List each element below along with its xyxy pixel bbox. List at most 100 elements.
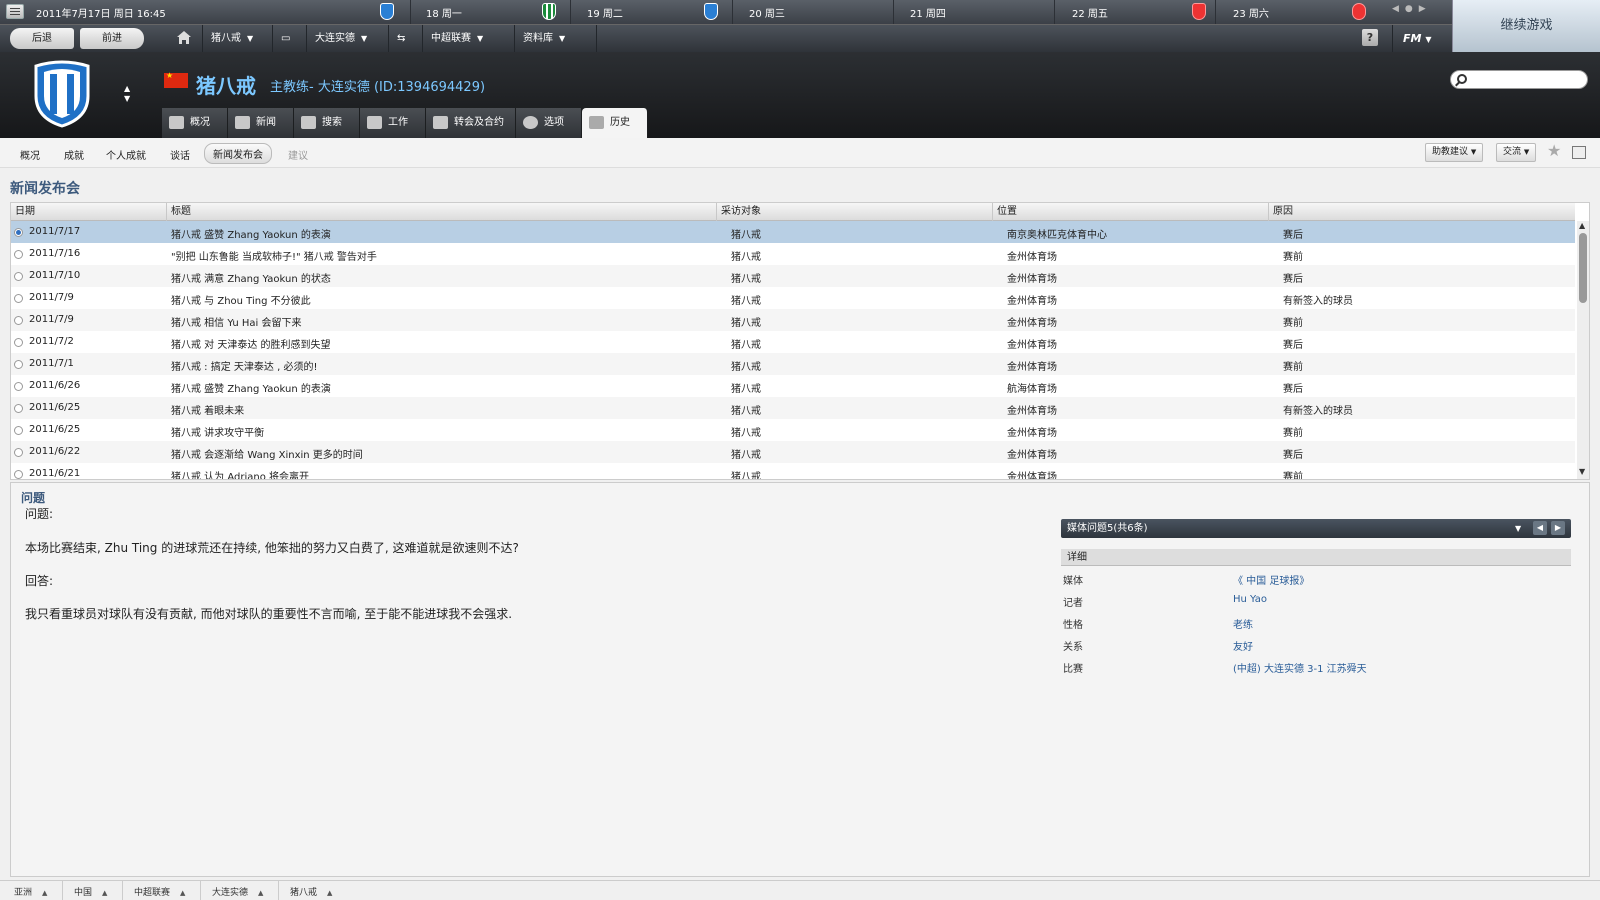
table-row[interactable]: 2011/6/22 猪八戒 会逐渐给 Wang Xinxin 更多的时间 猪八戒 金州… (11, 441, 1575, 463)
next-question-icon[interactable]: ▶ (1551, 521, 1565, 535)
continue-game-button[interactable]: 继续游戏 (1452, 0, 1600, 52)
cell-title: 猪八戒 盛赞 Zhang Yaokun 的表演 (171, 384, 331, 395)
tab-overview[interactable]: 概况 (162, 108, 228, 138)
calendar-day[interactable]: 20 周三 (749, 5, 785, 20)
help-icon[interactable]: ? (1362, 29, 1378, 46)
row-radio-icon[interactable] (14, 426, 23, 435)
section-title: 新闻发布会 (10, 181, 80, 197)
breadcrumb-item[interactable]: 中超联赛 ▲ (134, 885, 185, 898)
database-menu-label: 资料库 (523, 33, 553, 44)
cell-interviewee: 猪八戒 (731, 252, 761, 263)
row-radio-icon[interactable] (14, 272, 23, 281)
back-button[interactable]: 后退 (10, 28, 74, 49)
calendar-day[interactable]: 23 周六 (1233, 5, 1269, 20)
exchange-dropdown[interactable]: 交流 ▼ (1496, 143, 1537, 162)
search-input[interactable] (1450, 70, 1588, 89)
breadcrumb-item[interactable]: 大连实德 ▲ (212, 885, 263, 898)
manager-menu[interactable]: 猪八戒 ▼ (202, 25, 272, 53)
calendar-nav-icon[interactable]: ◀●▶ (1392, 4, 1432, 14)
table-row[interactable]: 2011/6/21 猪八戒 认为 Adriano 将会离开 猪八戒 金州体育场 赛前 (11, 463, 1575, 479)
cell-location: 航海体育场 (1007, 384, 1057, 395)
subtab-achievements[interactable]: 成就 (56, 145, 92, 164)
column-header-interviewee[interactable]: 采访对象 (717, 203, 993, 221)
column-header-location[interactable]: 位置 (993, 203, 1269, 221)
team-icon[interactable]: ▭ (272, 25, 306, 53)
tab-history[interactable]: 历史 (582, 108, 648, 138)
cell-reason: 赛后 (1283, 274, 1303, 285)
scrollbar-thumb[interactable] (1579, 233, 1587, 303)
cell-date: 2011/6/22 (29, 446, 81, 457)
subtab-overview[interactable]: 概况 (12, 145, 48, 164)
row-radio-icon[interactable] (14, 382, 23, 391)
table-row[interactable]: 2011/7/17 猪八戒 盛赞 Zhang Yaokun 的表演 猪八戒 南京奥林匹… (11, 221, 1575, 243)
forward-button[interactable]: 前进 (80, 28, 144, 49)
home-icon[interactable] (176, 30, 192, 45)
calendar-day[interactable]: 19 周二 (587, 5, 623, 20)
cell-reason: 赛后 (1283, 450, 1303, 461)
column-header-date[interactable]: 日期 (11, 203, 167, 221)
table-row[interactable]: 2011/7/2 猪八戒 对 天津泰达 的胜利感到失望 猪八戒 金州体育场 赛后 (11, 331, 1575, 353)
swap-icon[interactable]: ⇆ (388, 25, 422, 53)
info-value-link[interactable]: Hu Yao (1233, 594, 1267, 605)
updown-icon[interactable]: ▲ ▼ (124, 84, 130, 104)
calendar-day[interactable]: 22 周五 (1072, 5, 1108, 20)
subtab-personal-achievements[interactable]: 个人成就 (98, 145, 154, 164)
profile-card-icon (169, 116, 184, 129)
table-row[interactable]: 2011/7/16 "别把 山东鲁能 当成软柿子!" 猪八戒 警告对手 猪八戒 金州体… (11, 243, 1575, 265)
info-value-link[interactable]: (中超) 大连实德 3-1 江苏舜天 (1233, 660, 1367, 675)
tab-options[interactable]: 选项 (516, 108, 582, 138)
subtab-talks[interactable]: 谈话 (162, 145, 198, 164)
media-question-select[interactable]: 媒体问题5(共6条) ▼ ◀ ▶ (1061, 519, 1571, 538)
table-row[interactable]: 2011/7/9 猪八戒 相信 Yu Hai 会留下来 猪八戒 金州体育场 赛前 (11, 309, 1575, 331)
row-radio-icon[interactable] (14, 404, 23, 413)
table-row[interactable]: 2011/6/26 猪八戒 盛赞 Zhang Yaokun 的表演 猪八戒 航海体育场… (11, 375, 1575, 397)
tab-news[interactable]: 新闻 (228, 108, 294, 138)
breadcrumb-item[interactable]: 中国 ▲ (74, 885, 107, 898)
tab-search[interactable]: 搜索 (294, 108, 360, 138)
cell-title: 猪八戒 着眼未来 (171, 406, 245, 417)
table-row[interactable]: 2011/6/25 猪八戒 着眼未来 猪八戒 金州体育场 有新签入的球员 (11, 397, 1575, 419)
row-radio-icon[interactable] (14, 470, 23, 479)
star-icon[interactable]: ★ (1547, 141, 1561, 160)
info-value: 老练 (1233, 620, 1253, 631)
row-radio-icon[interactable] (14, 228, 23, 237)
menu-icon[interactable] (6, 4, 24, 19)
row-radio-icon[interactable] (14, 338, 23, 347)
subtab-press-conferences[interactable]: 新闻发布会 (204, 143, 272, 164)
tab-transfers[interactable]: 转会及合约 (426, 108, 516, 138)
opponent-crest-icon (1352, 3, 1366, 20)
row-radio-icon[interactable] (14, 360, 23, 369)
cell-title: 猪八戒 讲求攻守平衡 (171, 428, 265, 439)
row-radio-icon[interactable] (14, 250, 23, 259)
assistant-advice-dropdown[interactable]: 助教建议 ▼ (1425, 143, 1484, 162)
row-radio-icon[interactable] (14, 316, 23, 325)
column-header-reason[interactable]: 原因 (1269, 203, 1575, 221)
fm-menu[interactable]: FM ▼ (1392, 25, 1452, 53)
breadcrumb-item[interactable]: 亚洲 ▲ (14, 885, 47, 898)
scroll-up-icon[interactable]: ▲ (1579, 221, 1585, 230)
gear-icon (523, 116, 538, 129)
table-row[interactable]: 2011/7/1 猪八戒 : 搞定 天津泰达 , 必须的! 猪八戒 金州体育场 赛前 (11, 353, 1575, 375)
add-note-icon[interactable] (1572, 146, 1586, 159)
breadcrumb-item[interactable]: 猪八戒 ▲ (290, 885, 332, 898)
cell-title: 猪八戒 满意 Zhang Yaokun 的状态 (171, 274, 331, 285)
prev-question-icon[interactable]: ◀ (1533, 521, 1547, 535)
table-row[interactable]: 2011/7/9 猪八戒 与 Zhou Ting 不分彼此 猪八戒 金州体育场 有新签入… (11, 287, 1575, 309)
row-radio-icon[interactable] (14, 294, 23, 303)
calendar-day[interactable]: 21 周四 (910, 5, 946, 20)
database-menu[interactable]: 资料库 ▼ (514, 25, 596, 53)
table-row[interactable]: 2011/6/25 猪八戒 讲求攻守平衡 猪八戒 金州体育场 赛前 (11, 419, 1575, 441)
row-radio-icon[interactable] (14, 448, 23, 457)
subtab-advice[interactable]: 建议 (280, 145, 316, 164)
tab-jobs[interactable]: 工作 (360, 108, 426, 138)
question-text: 本场比赛结束, Zhu Ting 的进球荒还在持续, 他笨拙的努力又白费了, 这… (25, 541, 519, 555)
club-menu[interactable]: 大连实德 ▼ (306, 25, 388, 53)
scroll-down-icon[interactable]: ▼ (1579, 467, 1585, 476)
calendar-day[interactable]: 18 周一 (426, 5, 462, 20)
table-row[interactable]: 2011/7/10 猪八戒 满意 Zhang Yaokun 的状态 猪八戒 金州体育场… (11, 265, 1575, 287)
info-value-link[interactable]: 《 中国 足球报》 (1233, 572, 1309, 587)
vertical-scrollbar[interactable]: ▲ ▼ (1577, 221, 1589, 479)
cell-interviewee: 猪八戒 (731, 274, 761, 285)
league-menu[interactable]: 中超联赛 ▼ (422, 25, 514, 53)
column-header-title[interactable]: 标题 (167, 203, 717, 221)
